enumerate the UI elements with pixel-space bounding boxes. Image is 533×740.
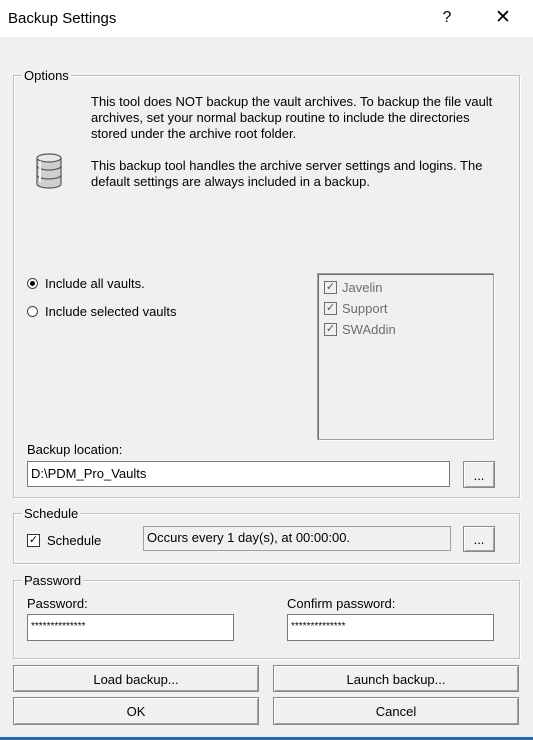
browse-location-button[interactable]: ... (463, 461, 495, 488)
help-button[interactable]: ? (441, 9, 453, 27)
checkbox-checked-icon: ✓ (324, 302, 337, 315)
database-icon (34, 152, 64, 190)
include-all-vaults-label: Include all vaults. (45, 276, 145, 291)
password-legend: Password (22, 573, 84, 588)
confirm-password-label: Confirm password: (287, 596, 396, 611)
schedule-checkbox-label: Schedule (47, 533, 102, 548)
checkbox-checked-icon: ✓ (27, 534, 40, 547)
info-text-settings: This backup tool handles the archive ser… (91, 158, 483, 189)
schedule-description: Occurs every 1 day(s), at 00:00:00. (143, 526, 451, 551)
password-label: Password: (27, 596, 88, 611)
launch-backup-button[interactable]: Launch backup... (273, 665, 519, 692)
vault-item-swaddin: ✓ SWAddin (324, 322, 396, 337)
load-backup-button[interactable]: Load backup... (13, 665, 259, 692)
include-selected-vaults-label: Include selected vaults (45, 304, 177, 319)
info-text-archives: This tool does NOT backup the vault arch… (91, 94, 493, 141)
title-bar: Backup Settings ? ✕ (0, 0, 533, 37)
include-selected-vaults-radio[interactable]: Include selected vaults (27, 304, 177, 319)
vault-item-javelin: ✓ Javelin (324, 280, 382, 295)
backup-location-input[interactable]: D:\PDM_Pro_Vaults (27, 461, 450, 487)
checkbox-checked-icon: ✓ (324, 281, 337, 294)
vault-name: SWAddin (342, 322, 396, 337)
window-title: Backup Settings (8, 10, 117, 27)
vault-name: Support (342, 301, 388, 316)
include-all-vaults-radio[interactable]: Include all vaults. (27, 276, 145, 291)
vault-name: Javelin (342, 280, 383, 295)
checkbox-checked-icon: ✓ (324, 323, 337, 336)
cancel-button[interactable]: Cancel (273, 697, 519, 725)
ok-button[interactable]: OK (13, 697, 259, 725)
password-input[interactable]: ************** (27, 614, 234, 641)
close-button[interactable]: ✕ (488, 5, 518, 31)
confirm-password-input[interactable]: ************** (287, 614, 494, 641)
radio-unselected-icon (27, 306, 38, 317)
vault-item-support: ✓ Support (324, 301, 388, 316)
vault-list: ✓ Javelin ✓ Support ✓ SWAddin (317, 273, 494, 440)
schedule-legend: Schedule (22, 506, 81, 521)
schedule-checkbox[interactable]: ✓ Schedule (27, 533, 101, 548)
edit-schedule-button[interactable]: ... (463, 526, 495, 552)
radio-selected-icon (27, 278, 38, 289)
options-legend: Options (22, 68, 71, 83)
backup-location-label: Backup location: (27, 442, 123, 457)
